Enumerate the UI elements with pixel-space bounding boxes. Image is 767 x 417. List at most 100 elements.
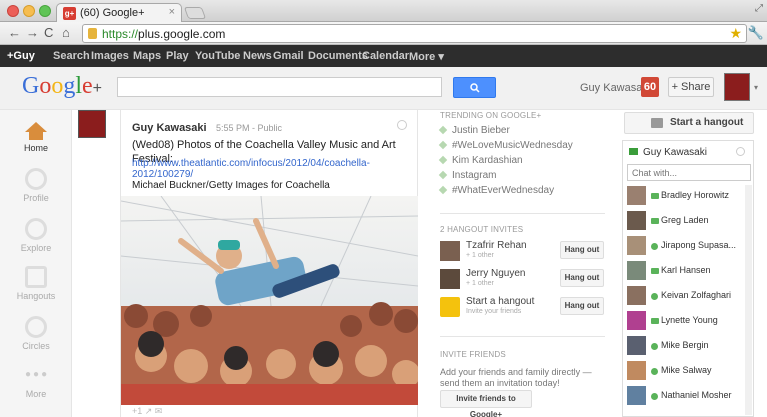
chat-contact[interactable]: Greg Laden bbox=[627, 211, 745, 231]
gbar-item-documents[interactable]: Documents bbox=[308, 50, 368, 62]
online-status-icon bbox=[651, 393, 658, 400]
chat-contact[interactable]: Lynette Young bbox=[627, 311, 745, 331]
page-header: Google+ Guy Kawasaki 60 + Share ▾ bbox=[0, 67, 767, 110]
invite-name[interactable]: Tzafrir Rehan bbox=[466, 240, 527, 251]
chat-contact[interactable]: Mike Bergin bbox=[627, 336, 745, 356]
chat-search-input[interactable] bbox=[627, 164, 751, 181]
chat-contact[interactable]: Keivan Zolfaghari bbox=[627, 286, 745, 306]
home-icon bbox=[25, 122, 47, 132]
avatar bbox=[627, 361, 646, 380]
reload-icon[interactable]: C bbox=[44, 25, 53, 40]
hangout-invite-row: Start a hangout Invite your friends Hang… bbox=[440, 294, 605, 324]
tab-title: (60) Google+ bbox=[80, 7, 145, 19]
avatar[interactable] bbox=[724, 73, 750, 101]
window-titlebar: g+ (60) Google+ × ⤢ bbox=[0, 0, 767, 23]
post-author-name[interactable]: Guy Kawasaki bbox=[132, 122, 207, 134]
hang-out-button[interactable]: Hang out bbox=[560, 241, 604, 259]
chat-self-name: Guy Kawasaki bbox=[643, 147, 707, 158]
invite-friends-button[interactable]: Invite friends to Google+ bbox=[440, 390, 532, 417]
rail-item-hangouts[interactable]: Hangouts bbox=[0, 266, 72, 301]
invite-sub: Invite your friends bbox=[466, 308, 522, 315]
avatar bbox=[627, 286, 646, 305]
trending-item-label: Justin Bieber bbox=[452, 125, 510, 136]
trending-item[interactable]: #WeLoveMusicWednesday bbox=[438, 140, 573, 151]
hang-out-button[interactable]: Hang out bbox=[560, 297, 604, 315]
user-name[interactable]: Guy Kawasaki bbox=[580, 82, 650, 94]
rail-item-profile[interactable]: Profile bbox=[0, 168, 72, 203]
post-options-icon[interactable] bbox=[397, 120, 407, 130]
rail-item-circles[interactable]: Circles bbox=[0, 316, 72, 351]
notification-count-badge[interactable]: 60 bbox=[641, 77, 659, 97]
trending-heading: TRENDING ON GOOGLE+ bbox=[440, 111, 542, 120]
post-photo[interactable] bbox=[121, 196, 418, 405]
home-icon[interactable]: ⌂ bbox=[62, 25, 70, 40]
close-window-button[interactable] bbox=[7, 5, 19, 17]
chat-contact[interactable]: Mike Salway bbox=[627, 361, 745, 381]
hangout-invite-row: Tzafrir Rehan + 1 other Hang out bbox=[440, 238, 605, 268]
avatar[interactable] bbox=[440, 269, 460, 289]
trending-item[interactable]: Justin Bieber bbox=[438, 125, 510, 136]
wrench-icon[interactable]: 🔧 bbox=[748, 25, 764, 41]
avatar bbox=[627, 261, 646, 280]
share-button[interactable]: + Share bbox=[668, 77, 714, 97]
chat-scrollbar[interactable] bbox=[745, 185, 752, 415]
post-link[interactable]: http://www.theatlantic.com/infocus/2012/… bbox=[132, 158, 417, 180]
fullscreen-icon[interactable]: ⤢ bbox=[755, 3, 763, 14]
post-actions[interactable]: +1 ↗ ✉ bbox=[132, 406, 162, 417]
gbar-item-play[interactable]: Play bbox=[166, 50, 189, 62]
search-input[interactable] bbox=[117, 77, 442, 97]
post-author-avatar[interactable] bbox=[78, 110, 106, 138]
trend-bullet-icon bbox=[438, 155, 448, 165]
close-tab-icon[interactable]: × bbox=[169, 6, 175, 18]
chat-self[interactable]: Guy Kawasaki bbox=[629, 147, 707, 158]
new-tab-button[interactable] bbox=[183, 7, 207, 19]
chat-contact[interactable]: Bradley Horowitz bbox=[627, 186, 745, 206]
trending-item[interactable]: Instagram bbox=[438, 170, 496, 181]
rail-item-more[interactable]: ●●● More bbox=[0, 364, 72, 399]
contact-name: Lynette Young bbox=[661, 315, 718, 325]
gbar-item-youtube[interactable]: YouTube bbox=[195, 50, 240, 62]
rail-item-home[interactable]: Home bbox=[0, 122, 72, 153]
search-button[interactable] bbox=[453, 77, 496, 98]
chat-panel: Guy Kawasaki Bradley Horowitz Greg Laden… bbox=[622, 140, 754, 417]
profile-icon bbox=[25, 168, 47, 190]
gbar-item-plus-guy[interactable]: +Guy bbox=[7, 50, 35, 62]
zoom-window-button[interactable] bbox=[39, 5, 51, 17]
start-hangout-button[interactable]: Start a hangout bbox=[624, 112, 754, 134]
rail-label-home: Home bbox=[23, 143, 48, 153]
chat-contact[interactable]: Karl Hansen bbox=[627, 261, 745, 281]
rail-label-hangouts: Hangouts bbox=[16, 291, 56, 301]
gbar-item-news[interactable]: News bbox=[243, 50, 272, 62]
gbar-item-search[interactable]: Search bbox=[53, 50, 90, 62]
gbar-item-calendar[interactable]: Calendar bbox=[362, 50, 409, 62]
avatar[interactable] bbox=[440, 241, 460, 261]
invite-name[interactable]: Start a hangout bbox=[466, 296, 534, 307]
gbar-item-gmail[interactable]: Gmail bbox=[273, 50, 304, 62]
avatar bbox=[627, 311, 646, 330]
video-status-icon bbox=[651, 193, 659, 199]
google-plus-logo[interactable]: Google+ bbox=[22, 73, 102, 100]
chat-contact[interactable]: Jirapong Supasa... bbox=[627, 236, 745, 256]
avatar bbox=[627, 186, 646, 205]
hang-out-button[interactable]: Hang out bbox=[560, 269, 604, 287]
chat-settings-icon[interactable] bbox=[736, 147, 745, 156]
trending-item-label: #WeLoveMusicWednesday bbox=[452, 140, 573, 151]
invite-name[interactable]: Jerry Nguyen bbox=[466, 268, 525, 279]
trending-item[interactable]: #WhatEverWednesday bbox=[438, 185, 554, 196]
forward-icon[interactable]: → bbox=[26, 25, 39, 40]
chevron-down-icon[interactable]: ▾ bbox=[754, 83, 758, 92]
gbar-item-more[interactable]: More ▾ bbox=[409, 50, 444, 63]
chat-contact[interactable]: Nathaniel Mosher bbox=[627, 386, 745, 406]
rail-item-explore[interactable]: Explore bbox=[0, 218, 72, 253]
trending-item[interactable]: Kim Kardashian bbox=[438, 155, 523, 166]
avatar bbox=[627, 386, 646, 405]
minimize-window-button[interactable] bbox=[23, 5, 35, 17]
gbar-item-maps[interactable]: Maps bbox=[133, 50, 161, 62]
address-bar[interactable]: https://plus.google.com ★ bbox=[82, 24, 747, 43]
browser-tab[interactable]: g+ (60) Google+ × bbox=[56, 3, 182, 23]
post-timestamp[interactable]: 5:55 PM - Public bbox=[216, 123, 282, 133]
back-icon[interactable]: ← bbox=[8, 25, 21, 40]
avatar bbox=[627, 336, 646, 355]
gbar-item-images[interactable]: Images bbox=[91, 50, 129, 62]
bookmark-star-icon[interactable]: ★ bbox=[729, 25, 742, 42]
